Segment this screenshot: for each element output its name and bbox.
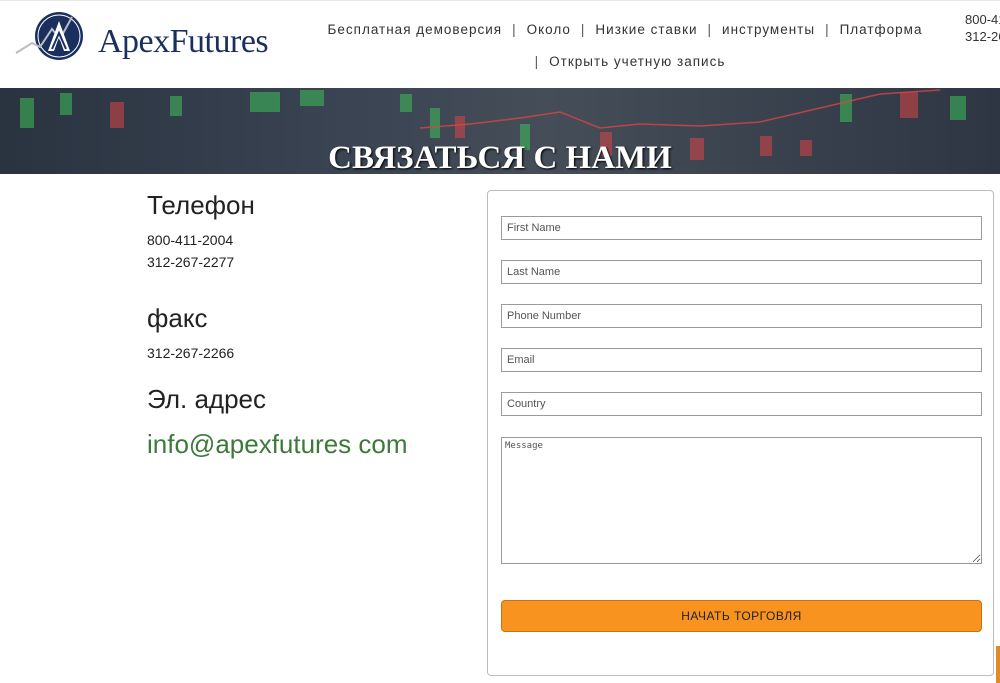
phone-number-input[interactable] — [501, 304, 982, 328]
email-input[interactable] — [501, 348, 982, 372]
page-title: СВЯЗАТЬСЯ С НАМИ — [328, 140, 672, 174]
phone-number-1[interactable]: 800-411-2004 — [147, 229, 408, 251]
nav-platform[interactable]: Платформа — [840, 22, 923, 37]
nav-low-rates[interactable]: Низкие ставки — [595, 22, 697, 37]
fax-number: 312-267-2266 — [147, 345, 235, 361]
phone-heading: Телефон — [147, 190, 255, 220]
nav-instruments[interactable]: инструменты — [722, 22, 815, 37]
email-heading: Эл. адрес — [147, 384, 266, 414]
nav-free-demo[interactable]: Бесплатная демоверсия — [328, 22, 503, 37]
nav-about[interactable]: Около — [527, 22, 571, 37]
side-scroll-tab[interactable] — [996, 646, 1000, 683]
nav-row-1: Бесплатная демоверсия | Около | Низкие с… — [300, 15, 950, 43]
contact-info: Телефон 800-411-2004 312-267-2277 факс 3… — [147, 190, 408, 460]
nav-separator: | — [580, 21, 586, 37]
message-textarea[interactable] — [501, 437, 982, 564]
nav-open-account[interactable]: Открыть учетную запись — [549, 54, 725, 69]
fax-heading: факс — [147, 303, 208, 333]
header-phones: 800-411-2004 312-267-2277 — [965, 11, 1000, 45]
nav-separator: | — [512, 21, 517, 37]
last-name-input[interactable] — [501, 260, 982, 284]
first-name-input[interactable] — [501, 216, 982, 240]
nav-separator: | — [825, 21, 830, 37]
start-trading-button[interactable]: НАЧАТЬ ТОРГОВЛЯ — [501, 600, 982, 632]
site-header: ApexFutures Бесплатная демоверсия | Окол… — [0, 0, 1000, 89]
email-link[interactable]: info@apexfutures com — [147, 429, 408, 459]
hero-banner: СВЯЗАТЬСЯ С НАМИ — [0, 88, 1000, 174]
nav-separator: | — [707, 21, 713, 37]
contact-form: НАЧАТЬ ТОРГОВЛЯ — [487, 190, 994, 676]
logo[interactable]: ApexFutures — [12, 9, 282, 65]
nav-separator: | — [534, 53, 540, 69]
logo-text: ApexFutures — [98, 23, 269, 60]
country-input[interactable] — [501, 392, 982, 416]
main-nav: Бесплатная демоверсия | Около | Низкие с… — [300, 15, 950, 75]
logo-mark-icon — [15, 12, 83, 60]
nav-row-2: | Открыть учетную запись — [300, 47, 950, 75]
header-phone-2[interactable]: 312-267-2277 — [965, 28, 1000, 45]
header-phone-1[interactable]: 800-411-2004 — [965, 11, 1000, 28]
phone-number-2[interactable]: 312-267-2277 — [147, 251, 408, 273]
